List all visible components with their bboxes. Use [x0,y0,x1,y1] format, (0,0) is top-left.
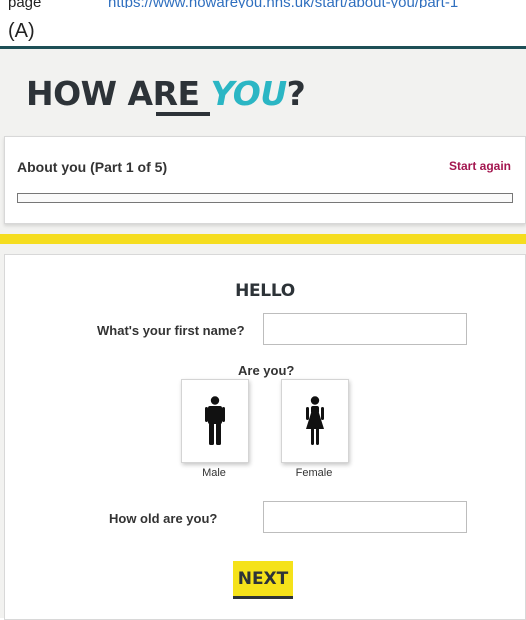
progress-card: About you (Part 1 of 5) Start again [4,136,526,224]
progress-bar [17,193,513,203]
age-input[interactable] [263,501,467,533]
about-you-form: HELLO What's your first name? Are you? M… [4,254,526,620]
form-heading: HELLO [235,281,295,301]
caption-prefix: page [8,0,42,11]
logo-text-highlight: YOU [210,74,288,113]
gender-label-female: Female [295,467,333,479]
next-button[interactable]: NEXT [233,561,293,599]
gender-label-male: Male [202,467,226,479]
logo-underline [156,112,210,116]
first-name-label: What's your first name? [97,323,245,338]
male-figure-icon [205,396,225,445]
logo-text-after: ? [286,74,306,113]
age-label: How old are you? [109,511,218,526]
gender-question: Are you? [238,363,295,378]
start-again-link[interactable]: Start again [449,159,511,173]
female-figure-icon [306,396,324,445]
caption-link[interactable]: https://www.howareyou.nhs.uk/start/about… [108,0,524,8]
caption-link-text[interactable]: https://www.howareyou.nhs.uk/start/about… [108,0,458,8]
first-name-input[interactable] [263,313,467,345]
figure-label: (A) [8,20,35,42]
progress-title: About you (Part 1 of 5) [17,159,168,175]
yellow-divider [0,234,526,244]
logo-text-before: HOW ARE [26,74,211,113]
gender-option-female[interactable] [281,379,349,463]
gender-option-male[interactable] [181,379,249,463]
